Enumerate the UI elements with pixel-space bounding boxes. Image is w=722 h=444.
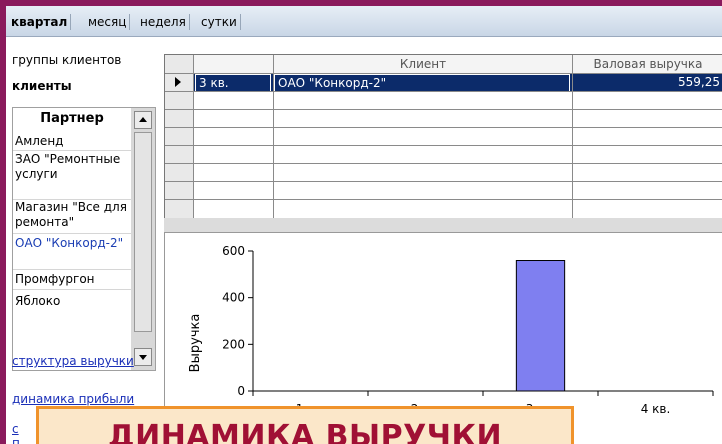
grid-divider (164, 218, 722, 232)
arrow-down-icon (139, 355, 147, 360)
period-tabs: квартал месяц неделя сутки (6, 6, 722, 37)
partner-list-header: Партнер (40, 111, 104, 126)
grid-line (572, 55, 573, 219)
profit-dynamics-link[interactable]: динамика прибыли (12, 392, 134, 407)
link-partial-2[interactable]: п (12, 436, 20, 444)
tab-week[interactable]: неделя (137, 14, 190, 30)
y-tick-label: 400 (222, 291, 245, 305)
grid-header-revenue: Валовая выручка (573, 55, 722, 73)
app-window: квартал месяц неделя сутки группы клиент… (6, 6, 722, 444)
sidebar: группы клиентов клиенты Партнер Амленд З… (6, 37, 166, 444)
client-groups-link[interactable]: группы клиентов (12, 53, 121, 67)
grid-header-client: Клиент (274, 55, 572, 73)
y-tick-label: 0 (237, 384, 245, 398)
cell-period[interactable]: 3 кв. (195, 74, 271, 92)
list-item[interactable]: Промфургон (13, 272, 132, 290)
grid-line (165, 127, 722, 128)
scroll-thumb[interactable] (134, 132, 152, 332)
scroll-up-button[interactable] (134, 111, 152, 129)
list-item[interactable]: Магазин "Все для ремонта" (13, 200, 132, 234)
grid-line (193, 55, 194, 219)
grid-line (165, 145, 722, 146)
list-scrollbar[interactable] (131, 108, 155, 370)
y-tick-label: 200 (222, 337, 245, 351)
y-tick-label: 600 (222, 244, 245, 258)
grid-header-period (193, 55, 273, 73)
y-axis-label: Выручка (188, 314, 203, 373)
list-item[interactable]: Яблоко (13, 294, 132, 311)
tab-day[interactable]: сутки (198, 14, 241, 30)
list-item[interactable]: ЗАО "Ремонтные услуги (13, 152, 132, 200)
row-pointer-icon (175, 77, 181, 87)
grid-line (165, 181, 722, 182)
partner-list: Партнер Амленд ЗАО "Ремонтные услуги Маг… (12, 107, 156, 371)
grid-line (165, 73, 722, 74)
grid-line (273, 55, 274, 219)
cell-client[interactable]: ОАО "Конкорд-2" (274, 74, 570, 92)
list-item[interactable]: ОАО "Конкорд-2" (13, 236, 132, 270)
clients-label[interactable]: клиенты (12, 79, 72, 93)
tab-month[interactable]: месяц (85, 14, 131, 30)
slide-title-banner: ДИНАМИКА ВЫРУЧКИ (36, 406, 574, 444)
scroll-down-button[interactable] (134, 348, 152, 366)
list-item[interactable]: Амленд (13, 132, 132, 151)
arrow-up-icon (139, 117, 147, 122)
grid-line (165, 109, 722, 110)
grid-line (165, 163, 722, 164)
tab-quarter[interactable]: квартал (8, 14, 72, 30)
cell-revenue[interactable]: 559,25 (573, 74, 720, 90)
bar (515, 260, 566, 392)
grid-line (165, 199, 722, 200)
grid-line (165, 91, 722, 92)
link-partial-1[interactable]: с (12, 422, 19, 437)
x-tick-label: 4 кв. (641, 402, 671, 416)
revenue-structure-link[interactable]: структура выручки (12, 354, 134, 369)
revenue-grid: Клиент Валовая выручка 3 кв. ОАО "Конкор… (164, 54, 722, 220)
